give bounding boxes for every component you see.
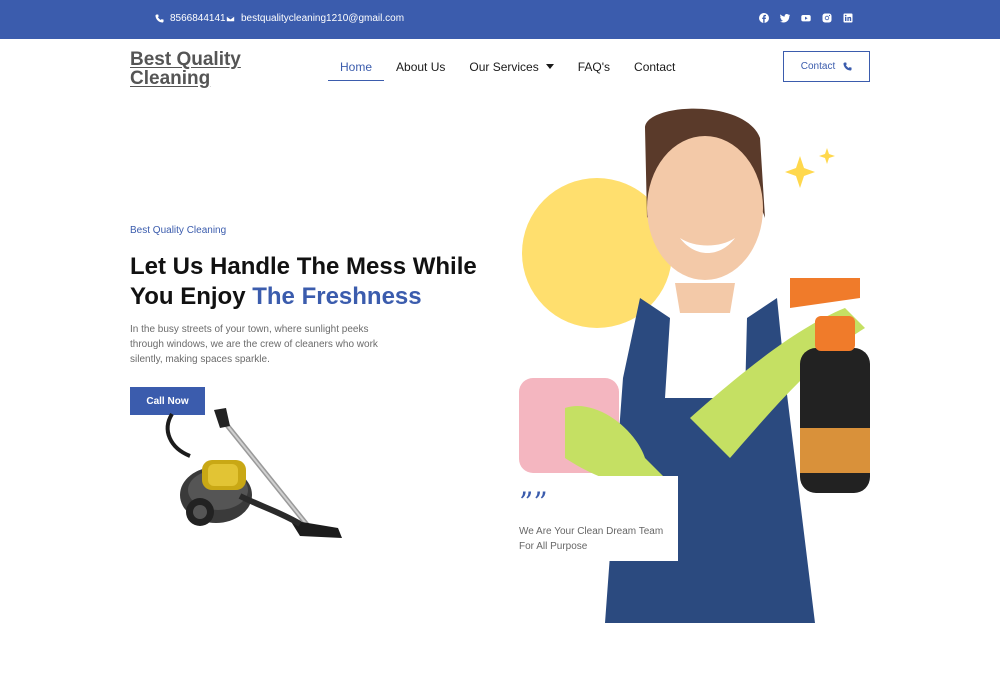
email-address: bestqualitycleaning1210@gmail.com xyxy=(241,13,405,24)
contact-button-label: Contact xyxy=(800,61,836,72)
hero-eyebrow: Best Quality Cleaning xyxy=(130,225,227,236)
top-bar: 8566844141 bestqualitycleaning1210@gmail… xyxy=(0,0,1000,39)
envelope-icon xyxy=(226,15,235,23)
logo-line-1: Best Quality xyxy=(130,49,241,70)
caret-down-icon xyxy=(545,64,554,69)
linkedin-icon[interactable] xyxy=(843,13,853,23)
phone-icon xyxy=(843,62,852,71)
youtube-icon[interactable] xyxy=(801,13,811,23)
nav-item-contact[interactable]: Contact xyxy=(622,61,687,81)
hero-description: In the busy streets of your town, where … xyxy=(130,324,378,365)
phone-link[interactable]: 8566844141 xyxy=(155,13,226,24)
nav-item-our-services[interactable]: Our Services xyxy=(457,61,565,81)
vacuum-cleaner-image xyxy=(165,408,342,538)
email-link[interactable]: bestqualitycleaning1210@gmail.com xyxy=(226,13,404,24)
logo-line-2: Cleaning xyxy=(130,68,211,89)
twitter-icon[interactable] xyxy=(780,13,790,23)
instagram-icon[interactable] xyxy=(822,13,832,23)
quote-card: ”” We Are Your Clean Dream Team For All … xyxy=(505,476,678,561)
phone-icon xyxy=(155,14,164,23)
social-links xyxy=(759,13,853,23)
hero-headline: Let Us Handle The Mess While You Enjoy T… xyxy=(130,252,510,312)
phone-number: 8566844141 xyxy=(170,13,226,24)
sparkle-icon xyxy=(819,148,835,164)
sparkle-icon xyxy=(785,156,815,188)
nav-item-our-services-label: Our Services xyxy=(469,60,539,74)
site-logo[interactable]: Best Quality Cleaning xyxy=(130,50,241,88)
quote-icon: ”” xyxy=(519,486,548,519)
nav-item-faqs[interactable]: FAQ's xyxy=(566,61,622,81)
quote-text: We Are Your Clean Dream Team For All Pur… xyxy=(519,526,664,552)
nav-item-home[interactable]: Home xyxy=(328,61,385,81)
headline-accent: The Freshness xyxy=(252,283,422,310)
facebook-icon[interactable] xyxy=(759,13,769,23)
main-nav: Home About Us Our Services FAQ's Contact xyxy=(328,61,687,81)
contact-button[interactable]: Contact xyxy=(783,51,870,82)
nav-item-about-us[interactable]: About Us xyxy=(384,61,457,81)
